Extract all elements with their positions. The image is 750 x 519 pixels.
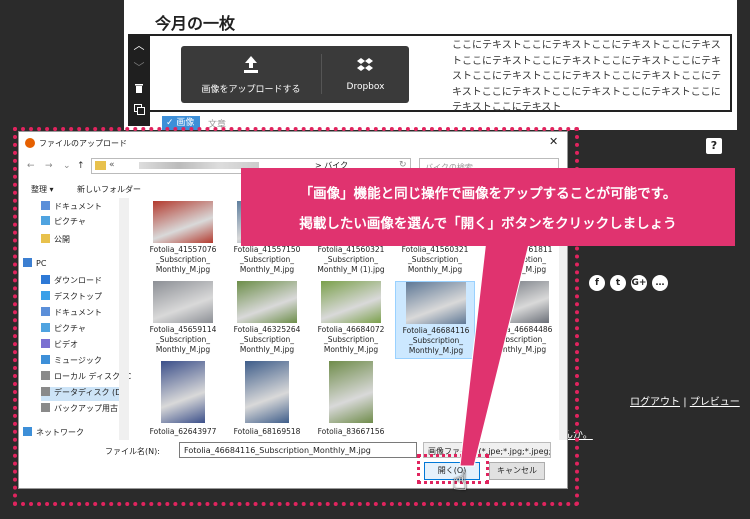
callout-line-2: 掲載したい画像を選んで「開く」ボタンをクリックしましょう	[299, 216, 677, 232]
callout-box: 「画像」機能と同じ操作で画像をアップすることが可能です。 掲載したい画像を選んで…	[241, 168, 735, 246]
callout-pointer	[459, 239, 531, 467]
callout-line-1: 「画像」機能と同じ操作で画像をアップすることが可能です。	[299, 186, 677, 202]
hand-cursor-icon: ☝	[452, 467, 468, 497]
